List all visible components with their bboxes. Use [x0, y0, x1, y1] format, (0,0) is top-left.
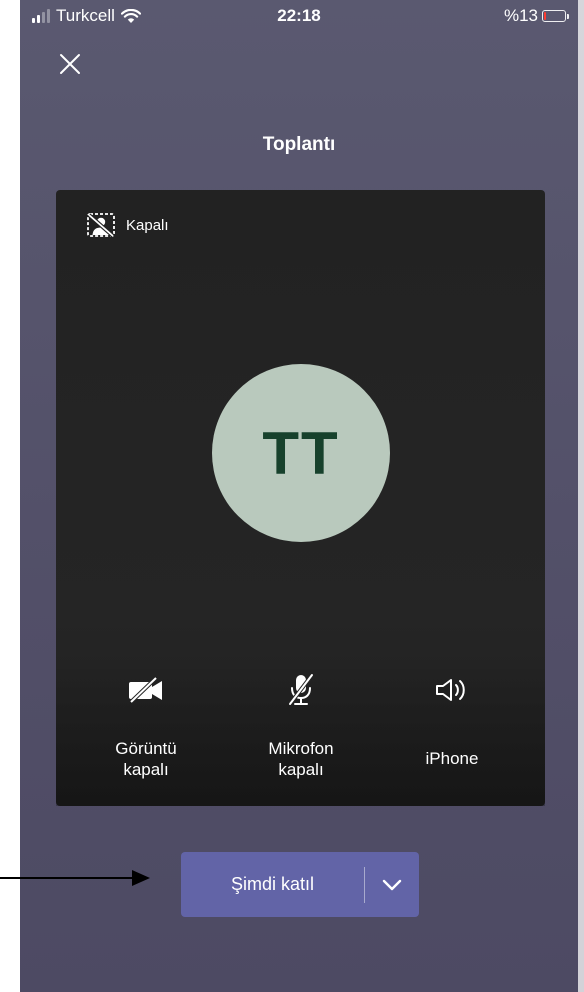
status-right: %13 — [503, 6, 569, 26]
video-off-icon — [129, 676, 162, 704]
right-edge-strip — [578, 0, 584, 992]
camera-status-label: Kapalı — [126, 216, 169, 234]
chevron-down-icon — [382, 879, 402, 890]
video-label-line2: kapalı — [123, 760, 169, 779]
phone-screen: Turkcell 22:18 %13 Toplantı Kapalı TT Gö… — [20, 0, 578, 992]
join-button-group: Şimdi katıl — [181, 852, 419, 917]
mic-label-line1: Mikrofon — [268, 739, 334, 758]
status-bar: Turkcell 22:18 %13 — [20, 0, 578, 34]
audio-output-button[interactable]: iPhone — [382, 670, 522, 769]
controls-bar: Görüntü kapalı Mikrofon kapalı iPhone — [56, 660, 545, 806]
mic-toggle-button[interactable]: Mikrofon kapalı — [231, 670, 371, 780]
avatar: TT — [212, 364, 390, 542]
annotation-arrow-icon — [0, 870, 150, 886]
join-options-button[interactable] — [365, 852, 419, 917]
video-preview: Kapalı TT Görüntü kapalı Mikrofon kapalı… — [56, 190, 545, 806]
mic-off-icon — [288, 673, 314, 706]
page-title: Toplantı — [262, 134, 336, 155]
audio-label: iPhone — [425, 749, 479, 768]
close-icon[interactable] — [56, 50, 84, 78]
video-toggle-button[interactable]: Görüntü kapalı — [76, 670, 216, 780]
mic-label-line2: kapalı — [278, 760, 324, 779]
battery-percent: %13 — [503, 6, 538, 25]
video-label-line1: Görüntü — [115, 739, 177, 758]
camera-status: Kapalı — [86, 212, 169, 238]
speaker-icon — [436, 679, 465, 701]
status-time: 22:18 — [277, 6, 321, 25]
camera-off-person-icon — [87, 213, 115, 238]
join-now-button[interactable]: Şimdi katıl — [181, 874, 364, 895]
battery-icon — [542, 10, 569, 22]
